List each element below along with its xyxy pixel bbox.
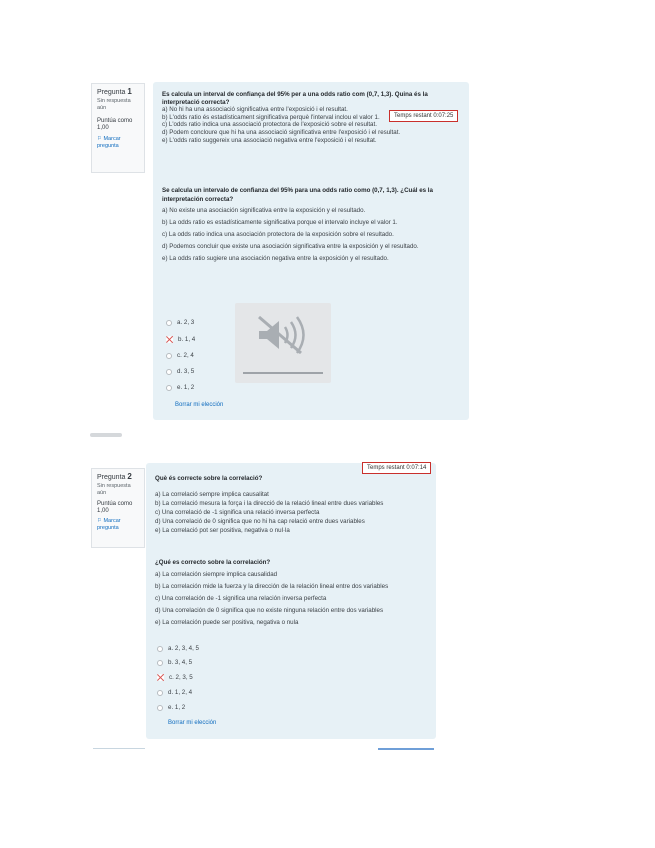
clear-choice-link[interactable]: Borrar mi elección	[168, 720, 216, 726]
answer-option-c[interactable]: c. 2, 4	[166, 352, 194, 359]
flag-icon: ⚐	[97, 136, 102, 142]
question-text-es: Se calcula un intervalo de confianza del…	[162, 187, 433, 262]
question-number-label: Pregunta 1	[97, 87, 132, 97]
answer-option-a[interactable]: a. 2, 3, 4, 5	[157, 645, 199, 652]
radio-button[interactable]	[157, 659, 163, 666]
footer-divider-left	[93, 748, 145, 749]
flag-icon: ⚐	[97, 518, 102, 524]
question-number-label: Pregunta 2	[97, 472, 132, 482]
question-info-panel: Pregunta 2 Sin respuesta aún Puntúa como…	[91, 468, 145, 548]
time-remaining: Temps restant 0:07:25	[389, 110, 459, 122]
audio-progress-bar[interactable]	[243, 372, 323, 374]
audio-player[interactable]	[235, 303, 331, 383]
question-info-panel: Pregunta 1 Sin respuesta aún Puntúa como…	[91, 83, 145, 173]
flag-question-button[interactable]: ⚐ Marcar pregunta	[97, 136, 139, 150]
time-remaining: Temps restant 0:07:14	[362, 462, 432, 474]
answer-option-d[interactable]: d. 3, 5	[166, 368, 194, 375]
footer-divider-right	[378, 748, 434, 750]
clear-choice-link[interactable]: Borrar mi elección	[175, 402, 223, 408]
question-text-ca: Què és correcte sobre la correlació? a) …	[155, 475, 384, 534]
muted-speaker-icon[interactable]	[235, 303, 331, 367]
question-points: Puntúa como 1,00	[97, 501, 133, 514]
selected-cross-icon[interactable]	[166, 336, 173, 343]
answer-option-c[interactable]: c. 2, 3, 5	[157, 674, 193, 681]
answer-option-d[interactable]: d. 1, 2, 4	[157, 689, 192, 696]
question-status: Sin respuesta aún	[97, 483, 131, 496]
answer-option-b[interactable]: b. 3, 4, 5	[157, 659, 192, 666]
radio-button[interactable]	[166, 368, 172, 375]
radio-button[interactable]	[157, 645, 163, 652]
radio-button[interactable]	[157, 704, 163, 711]
page-separator	[90, 433, 122, 437]
radio-button[interactable]	[166, 384, 172, 391]
question-card: Es calcula un interval de confiança del …	[153, 82, 469, 420]
radio-button[interactable]	[166, 352, 172, 359]
answer-option-e[interactable]: e. 1, 2	[157, 704, 185, 711]
radio-button[interactable]	[166, 319, 172, 326]
answer-option-a[interactable]: a. 2, 3	[166, 319, 194, 326]
question-status: Sin respuesta aún	[97, 98, 131, 111]
selected-cross-icon[interactable]	[157, 674, 164, 681]
question-card: Què és correcte sobre la correlació? a) …	[146, 463, 436, 739]
question-text-es: ¿Qué es correcto sobre la correlación? a…	[155, 559, 389, 626]
question-points: Puntúa como 1,00	[97, 118, 133, 131]
flag-question-button[interactable]: ⚐ Marcar pregunta	[97, 518, 139, 532]
answer-option-b[interactable]: b. 1, 4	[166, 336, 195, 343]
radio-button[interactable]	[157, 689, 163, 696]
answer-option-e[interactable]: e. 1, 2	[166, 384, 194, 391]
